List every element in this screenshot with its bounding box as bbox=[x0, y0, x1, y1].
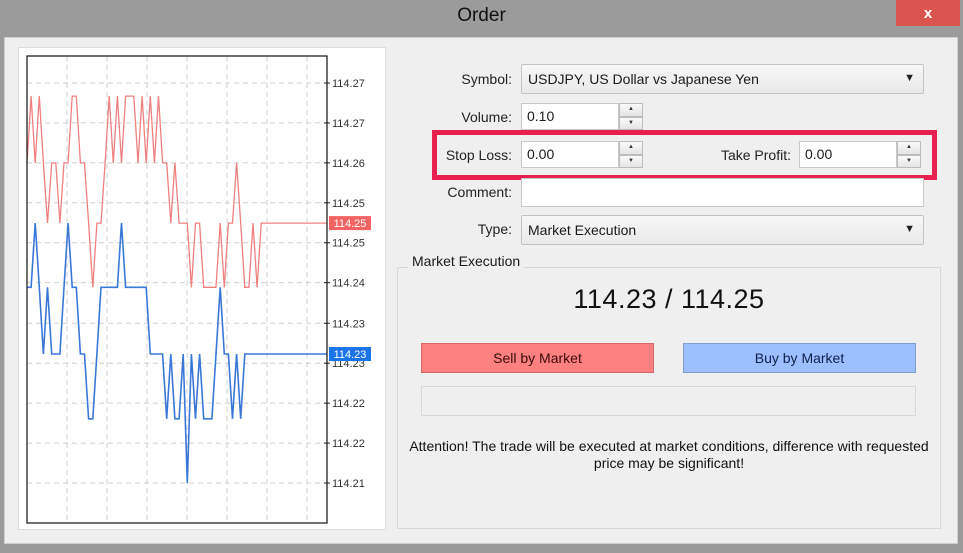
take-profit-decrement-button[interactable]: ▼ bbox=[897, 154, 921, 168]
y-tick-label: 114.22 bbox=[332, 398, 365, 410]
y-tick-label: 114.27 bbox=[332, 78, 365, 90]
symbol-value: USDJPY, US Dollar vs Japanese Yen bbox=[528, 71, 759, 87]
order-type-select[interactable]: Market Execution ▼ bbox=[521, 215, 924, 245]
y-tick-label: 114.26 bbox=[332, 158, 365, 170]
take-profit-input[interactable]: 0.00 bbox=[799, 141, 897, 168]
stop-loss-decrement-button[interactable]: ▼ bbox=[619, 154, 643, 168]
stop-loss-label: Stop Loss: bbox=[445, 147, 512, 163]
close-icon: x bbox=[923, 4, 933, 22]
volume-label: Volume: bbox=[461, 109, 512, 125]
volume-spinner: ▲ ▼ bbox=[619, 103, 643, 130]
y-tick-label: 114.27 bbox=[332, 118, 365, 130]
y-tick-label: 114.25 bbox=[332, 238, 365, 250]
chart-frame bbox=[26, 55, 328, 524]
current-ask-label: 114.25 bbox=[334, 218, 367, 230]
stop-loss-spinner: ▲ ▼ bbox=[619, 141, 643, 168]
comment-label: Comment: bbox=[447, 184, 512, 200]
type-label: Type: bbox=[477, 221, 512, 237]
comment-input[interactable] bbox=[521, 178, 924, 207]
sell-by-market-button[interactable]: Sell by Market bbox=[421, 343, 654, 373]
close-button[interactable]: x bbox=[896, 0, 960, 26]
chevron-down-icon: ▼ bbox=[904, 223, 915, 235]
volume-increment-button[interactable]: ▲ bbox=[619, 103, 643, 117]
execution-status-field bbox=[421, 386, 916, 416]
y-tick-label: 114.23 bbox=[332, 318, 365, 330]
tick-chart: 114.27 114.27 114.26 114.25 114.25 114.24 114.… bbox=[26, 55, 371, 524]
stop-loss-input[interactable]: 0.00 bbox=[521, 141, 619, 168]
take-profit-increment-button[interactable]: ▲ bbox=[897, 141, 921, 155]
volume-decrement-button[interactable]: ▼ bbox=[619, 116, 643, 130]
buy-by-market-button[interactable]: Buy by Market bbox=[683, 343, 916, 373]
y-tick-label: 114.22 bbox=[332, 438, 365, 450]
attention-message: Attention! The trade will be executed at… bbox=[409, 438, 929, 471]
title-bar: Order bbox=[0, 0, 963, 36]
current-bid-label: 114.23 bbox=[334, 349, 367, 361]
market-execution-title: Market Execution bbox=[408, 253, 525, 269]
take-profit-spinner: ▲ ▼ bbox=[897, 141, 921, 168]
y-tick-label: 114.21 bbox=[332, 478, 365, 490]
chevron-down-icon: ▼ bbox=[904, 72, 915, 84]
series-line-ask bbox=[26, 95, 327, 288]
symbol-label: Symbol: bbox=[461, 71, 512, 87]
tick-chart-panel: 114.27 114.27 114.26 114.25 114.25 114.24 114.… bbox=[18, 47, 386, 530]
y-tick-label: 114.24 bbox=[332, 278, 365, 290]
volume-input[interactable]: 0.10 bbox=[521, 103, 619, 130]
bid-ask-price-display: 114.23 / 114.25 bbox=[573, 284, 765, 314]
order-type-value: Market Execution bbox=[528, 222, 637, 238]
y-tick-label: 114.25 bbox=[332, 198, 365, 210]
window-title: Order bbox=[457, 5, 506, 26]
symbol-select[interactable]: USDJPY, US Dollar vs Japanese Yen ▼ bbox=[521, 64, 924, 94]
stop-loss-increment-button[interactable]: ▲ bbox=[619, 141, 643, 155]
series-line-bid bbox=[27, 223, 327, 484]
take-profit-label: Take Profit: bbox=[720, 147, 791, 163]
